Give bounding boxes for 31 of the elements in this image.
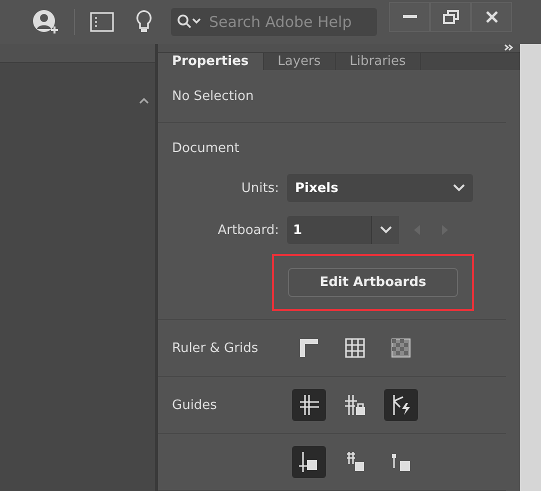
guides-lock-icon xyxy=(343,393,367,417)
units-label: Units: xyxy=(240,180,279,196)
toggle-button[interactable] xyxy=(384,389,418,421)
checkerboard-icon xyxy=(389,336,413,360)
restore-icon xyxy=(442,10,458,24)
minimize-icon xyxy=(402,15,416,19)
restore-button[interactable] xyxy=(430,2,471,32)
chevron-down-icon xyxy=(380,226,392,234)
artboard-label: Artboard: xyxy=(216,222,279,238)
collapse-panel-icon[interactable] xyxy=(504,44,514,52)
search-icon xyxy=(177,14,203,30)
panel-tab[interactable]: Properties xyxy=(158,52,264,70)
units-dropdown[interactable]: Pixels xyxy=(287,174,473,202)
toggle-button[interactable] xyxy=(292,389,326,421)
grid-icon xyxy=(343,336,367,360)
close-button[interactable] xyxy=(471,2,512,32)
chevron-down-icon xyxy=(453,184,465,192)
section-heading: Ruler & Grids xyxy=(172,340,260,356)
section-heading: Guides xyxy=(172,398,218,412)
toggle-button[interactable] xyxy=(292,446,326,478)
ruler-icon xyxy=(297,336,321,360)
section-heading: Document xyxy=(172,141,240,156)
artboard-field[interactable]: 1 xyxy=(287,216,399,244)
artboard-dropdown-button[interactable] xyxy=(371,216,399,244)
scroll-up-icon[interactable] xyxy=(139,97,149,104)
selection-label: No Selection xyxy=(172,88,254,104)
close-icon xyxy=(484,10,498,24)
minimize-button[interactable] xyxy=(389,2,430,32)
search-field[interactable]: Search Adobe Help xyxy=(171,8,377,36)
guides-icon xyxy=(297,393,321,417)
edit-artboards-button[interactable]: Edit Artboards xyxy=(288,268,458,297)
